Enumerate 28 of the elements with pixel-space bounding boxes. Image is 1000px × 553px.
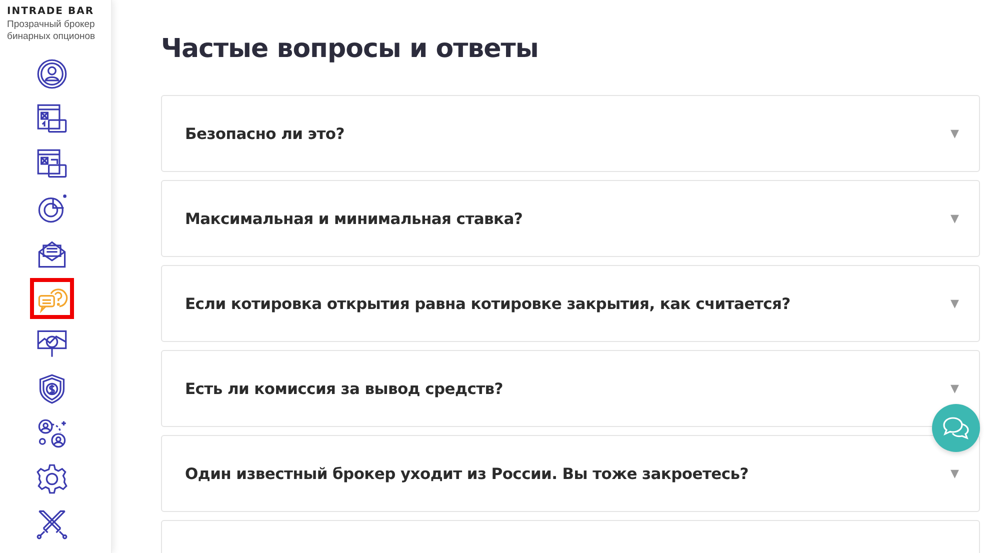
question-text: Если котировка открытия равна котировке закрытия, как считается? [185, 294, 792, 312]
faq-item[interactable]: Если котировка открытия равна котировке закрытия, как считается? ▼ [161, 265, 980, 342]
expand-arrow: ▼ [950, 467, 959, 480]
wallet-icon [36, 102, 68, 134]
settings-icon [36, 462, 68, 494]
expand-arrow: ▼ [950, 127, 959, 140]
people-icon [36, 418, 68, 450]
tagline: Прозрачный брокер бинарных опционов [7, 19, 96, 43]
crossed-swords-icon [36, 508, 68, 540]
expand-arrow: ▼ [950, 297, 959, 310]
faq-item[interactable]: Один известный брокер уходит из России. Вы тоже закроетесь? ▼ [161, 435, 980, 512]
faq-item[interactable]: Безопасно ли это? ▼ [161, 95, 980, 172]
pie-chart-icon [36, 192, 68, 224]
logo-text: INTRADE BAR [7, 6, 94, 17]
question-text: Есть ли комиссия за вывод средств? [185, 380, 504, 398]
chat-icon [942, 416, 970, 440]
page-title: Частые вопросы и ответы [161, 34, 540, 64]
magnifier-chart-icon [36, 328, 68, 360]
question-text: Максимальная и минимальная ставка? [185, 210, 524, 228]
question-text: Один известный брокер уходит из России. Вы тоже закроетесь? [185, 464, 750, 482]
nav-item[interactable] [30, 278, 74, 319]
faq-item[interactable]: Максимальная и минимальная ставка? ▼ [161, 180, 980, 257]
expand-arrow: ▼ [950, 382, 959, 395]
faq-item[interactable]: Есть ли комиссия за вывод средств? ▼ [161, 350, 980, 427]
profile-icon [36, 58, 68, 90]
expand-arrow: ▼ [950, 212, 959, 225]
wallet-icon [36, 148, 68, 180]
question-text: Безопасно ли это? [185, 124, 346, 142]
